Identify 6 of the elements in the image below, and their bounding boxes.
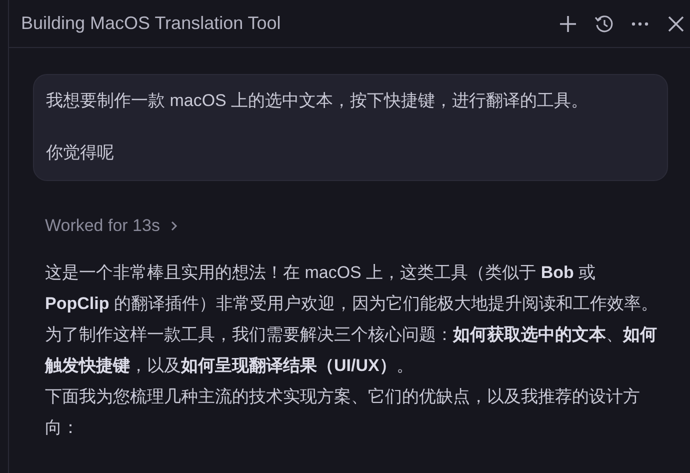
worked-for-toggle[interactable]: Worked for 13s — [45, 213, 180, 238]
reply-paragraph: 这是一个非常棒且实用的想法！在 macOS 上，这类工具（类似于 Bob 或 PopClip 的翻译插件）非常受用户欢迎，因为它们能极大地提升阅读和工作效率。 — [45, 262, 659, 314]
reply-paragraph: 为了制作这样一款工具，我们需要解决三个核心问题：如何获取选中的文本、如何触发快捷键，以及如何呈现翻译结果（UI/UX）。 — [45, 324, 658, 376]
panel-title: Building MacOS Translation Tool — [21, 12, 282, 35]
user-message-bubble: 我想要制作一款 macOS 上的选中文本，按下快捷键，进行翻译的工具。 你觉得呢 — [33, 74, 668, 181]
reply-paragraph: 下面我为您梳理几种主流的技术实现方案、它们的优缺点，以及我推荐的设计方向： — [45, 386, 641, 438]
